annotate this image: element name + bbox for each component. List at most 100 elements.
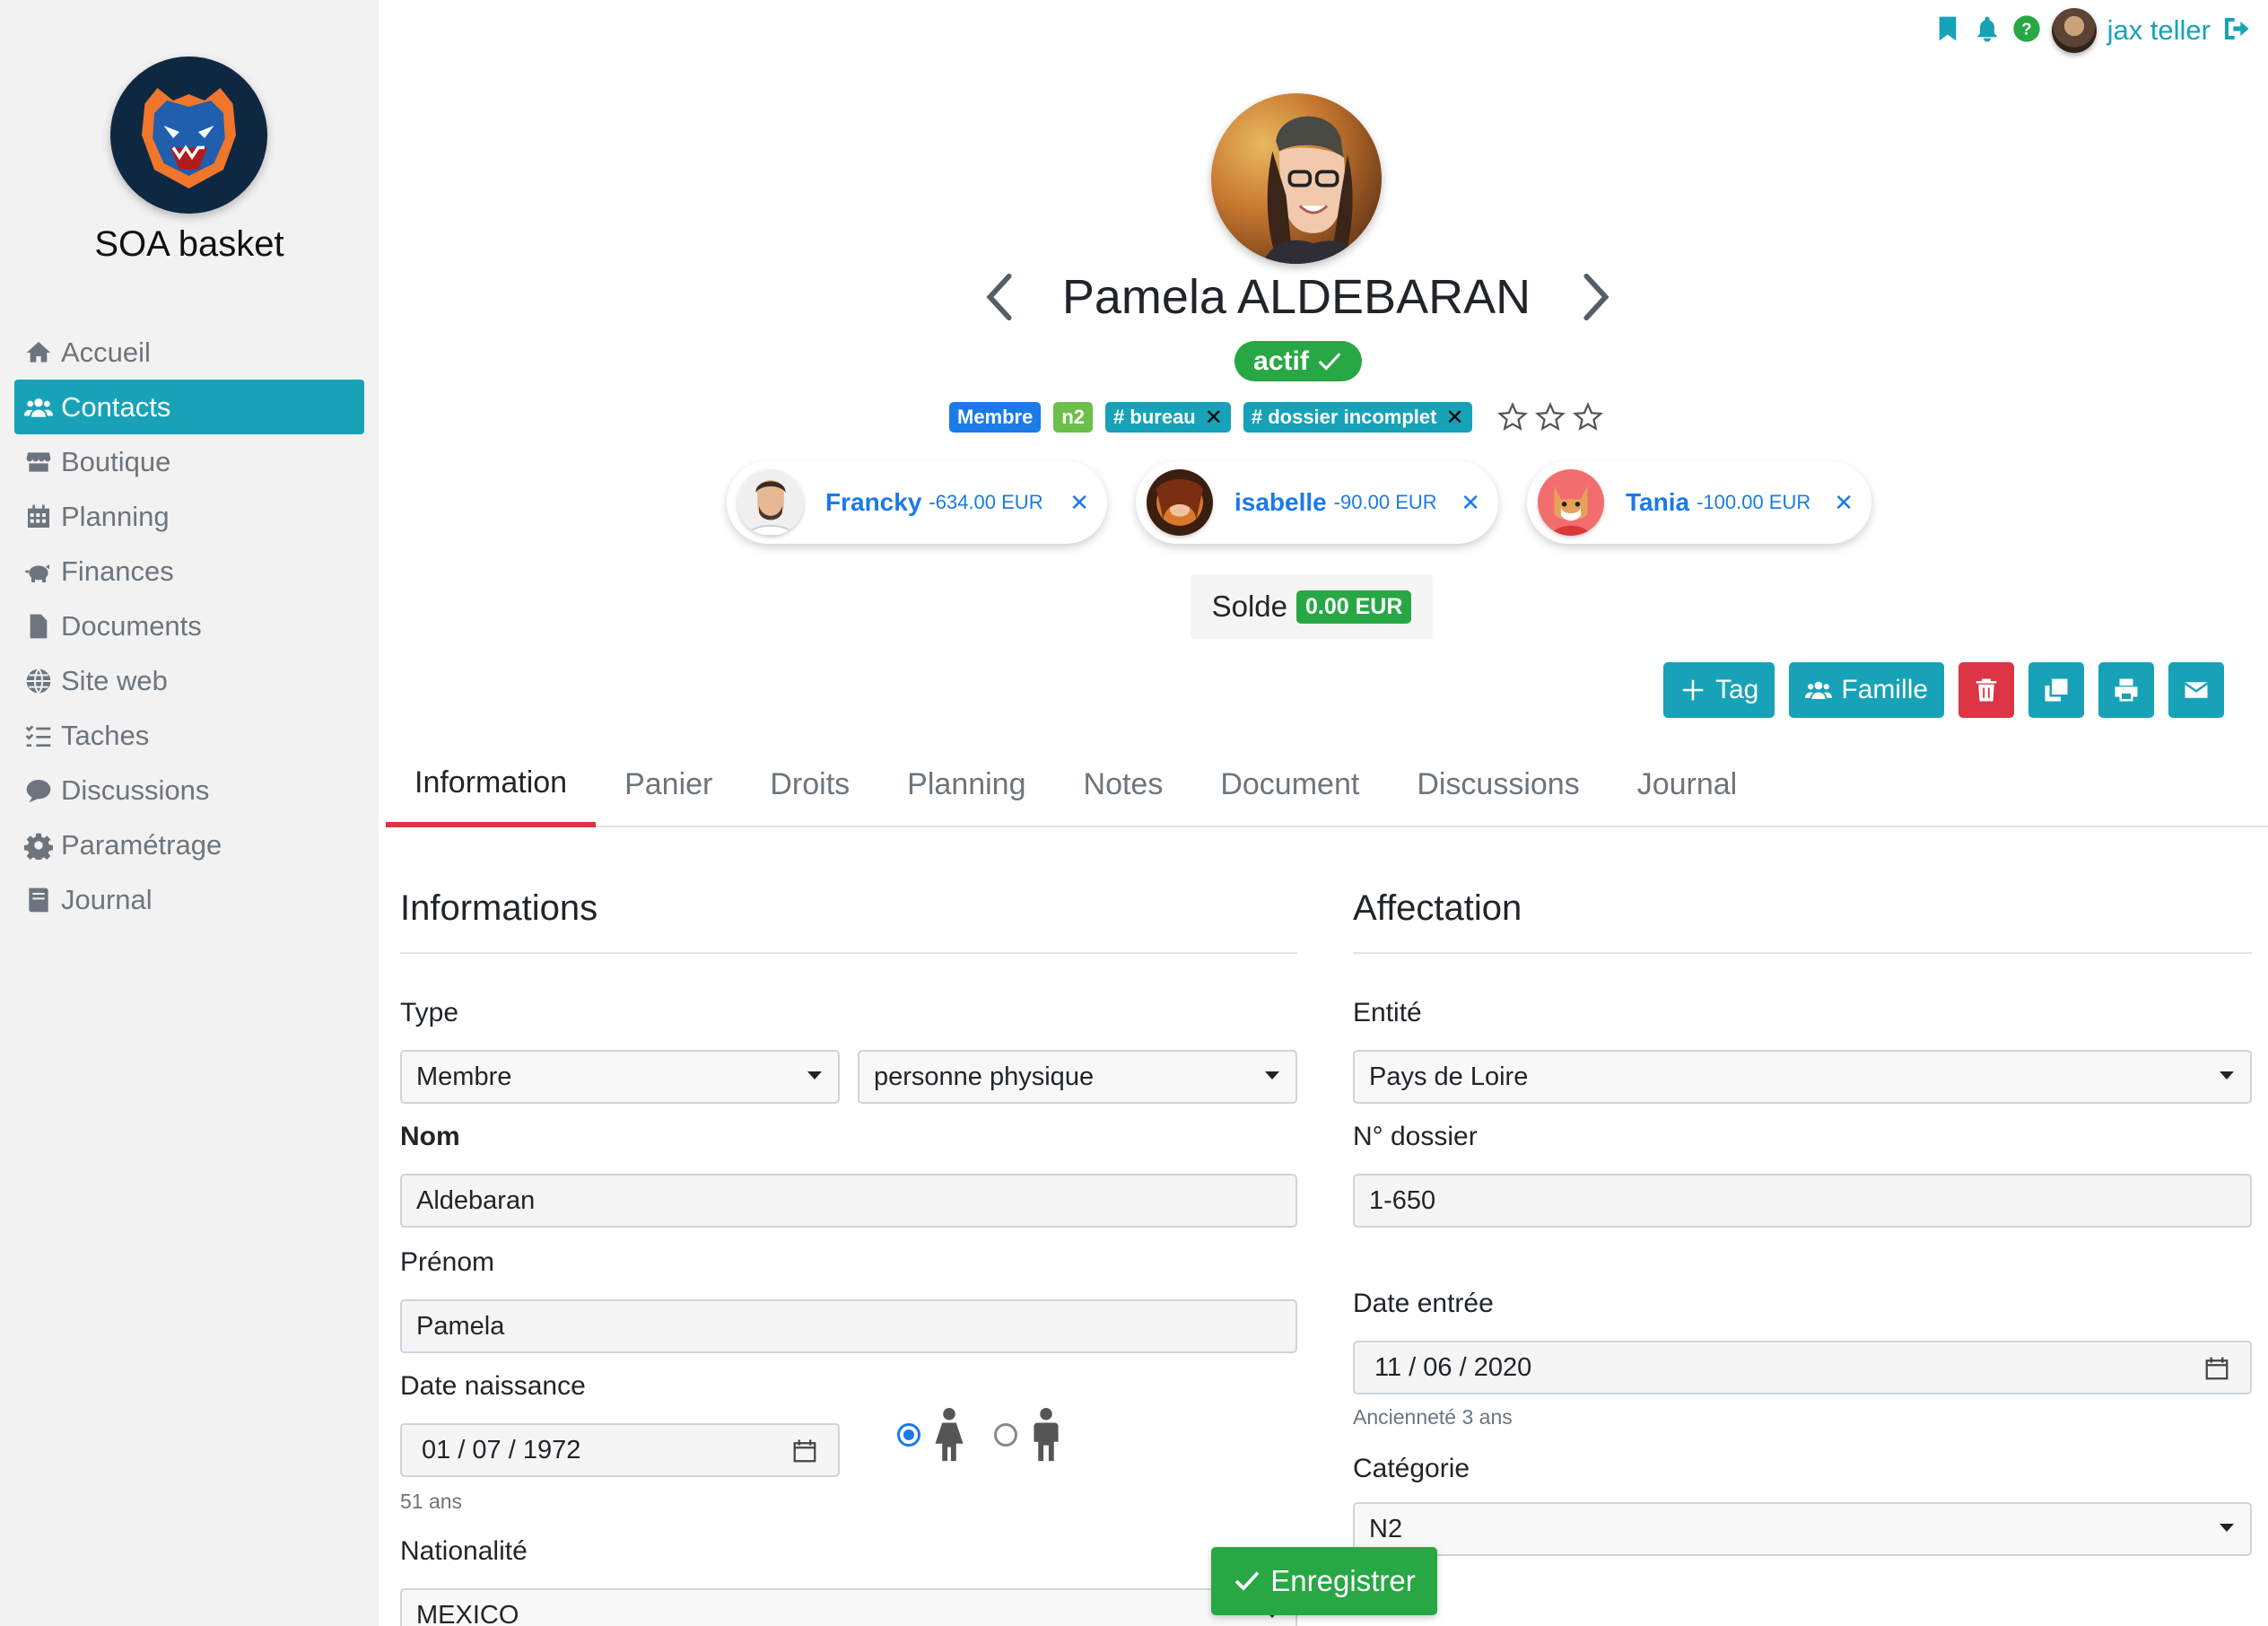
type-select[interactable]: Membre — [400, 1050, 840, 1104]
club-logo[interactable] — [110, 57, 267, 214]
rating-stars — [1496, 402, 1603, 433]
print-button[interactable] — [2098, 662, 2155, 718]
help-icon[interactable]: ? — [2012, 14, 2041, 48]
entite-select[interactable]: Pays de Loire — [1353, 1050, 2252, 1104]
duplicate-button[interactable] — [2028, 662, 2085, 718]
tag-label: Membre — [957, 406, 1034, 428]
star-icon[interactable] — [1496, 402, 1528, 433]
calendar-icon[interactable] — [791, 1438, 818, 1464]
save-label: Enregistrer — [1270, 1564, 1416, 1597]
status-badge[interactable]: actif — [1234, 341, 1362, 381]
family-member-card[interactable]: Francky -634.00 EUR ✕ — [727, 461, 1107, 544]
tab-planning[interactable]: Planning — [878, 743, 1054, 826]
calendar-icon[interactable] — [2203, 1355, 2230, 1382]
tab-journal[interactable]: Journal — [1609, 743, 1766, 826]
entite-value: Pays de Loire — [1369, 1062, 1529, 1091]
save-button[interactable]: Enregistrer — [1211, 1547, 1437, 1615]
users-icon — [1805, 681, 1833, 699]
club-name: SOA basket — [94, 224, 284, 264]
tag-n2[interactable]: n2 — [1053, 402, 1094, 433]
user-name[interactable]: jax teller — [2107, 14, 2211, 47]
nationalite-select[interactable]: MEXICO — [400, 1588, 1297, 1626]
date-entree-value: 11 / 06 / 2020 — [1374, 1352, 1532, 1382]
sidebar-item-journal[interactable]: Journal — [14, 872, 364, 927]
dossier-label: N° dossier — [1353, 1122, 1478, 1151]
delete-button[interactable] — [1958, 662, 2015, 718]
check-icon — [1234, 1571, 1260, 1591]
family-member-balance: -90.00 EUR — [1333, 491, 1437, 513]
subtype-select[interactable]: personne physique — [858, 1050, 1297, 1104]
date-entree-input[interactable]: 11 / 06 / 2020 — [1353, 1341, 2252, 1394]
add-tag-button[interactable]: Tag — [1663, 662, 1775, 718]
action-buttons: Tag Famille — [1663, 662, 2225, 718]
sidebar-item-site-web[interactable]: Site web — [14, 653, 364, 708]
contact-photo[interactable] — [1211, 93, 1382, 264]
piggy-bank-icon — [22, 557, 56, 586]
entite-label: Entité — [1353, 998, 1422, 1027]
family-member-card[interactable]: isabelle -90.00 EUR ✕ — [1136, 461, 1498, 544]
star-icon[interactable] — [1572, 402, 1603, 433]
dob-input[interactable]: 01 / 07 / 1972 — [400, 1423, 840, 1477]
nationalite-label: Nationalité — [400, 1536, 528, 1566]
gender-male-radio[interactable] — [994, 1423, 1017, 1447]
famille-label: Famille — [1841, 675, 1929, 704]
check-icon — [1318, 352, 1341, 371]
sidebar-item-label: Boutique — [61, 445, 171, 477]
categorie-select[interactable]: N2 — [1353, 1502, 2252, 1556]
remove-tag-icon[interactable]: ✕ — [1205, 405, 1223, 431]
avatar — [737, 469, 804, 536]
user-avatar[interactable] — [2051, 8, 2097, 53]
sidebar-item-taches[interactable]: Taches — [14, 708, 364, 763]
famille-button[interactable]: Famille — [1789, 662, 1945, 718]
gender-selector — [897, 1407, 1064, 1463]
tab-discussions[interactable]: Discussions — [1388, 743, 1608, 826]
informations-section: Informations — [400, 888, 1297, 954]
female-icon — [935, 1407, 964, 1462]
tasks-icon — [22, 721, 56, 750]
add-tag-label: Tag — [1715, 675, 1759, 704]
sidebar-item-label: Paramétrage — [61, 828, 222, 861]
anciennete-hint: Ancienneté 3 ans — [1353, 1405, 1513, 1429]
sidebar-item-finances[interactable]: Finances — [14, 544, 364, 599]
caret-down-icon — [807, 1071, 822, 1080]
next-contact-button[interactable] — [1573, 267, 1618, 327]
sidebar-item-boutique[interactable]: Boutique — [14, 434, 364, 489]
status-label: actif — [1253, 345, 1309, 376]
sidebar-item-parametrage[interactable]: Paramétrage — [14, 817, 364, 872]
family-member-card[interactable]: Tania -100.00 EUR ✕ — [1527, 461, 1871, 544]
sidebar-item-discussions[interactable]: Discussions — [14, 763, 364, 817]
date-entree-label: Date entrée — [1353, 1289, 1494, 1318]
star-icon[interactable] — [1534, 402, 1566, 433]
sidebar-item-documents[interactable]: Documents — [14, 599, 364, 653]
tab-droits[interactable]: Droits — [741, 743, 878, 826]
email-button[interactable] — [2168, 662, 2225, 718]
prenom-input[interactable]: Pamela — [400, 1299, 1297, 1353]
balance-box: Solde 0.00 EUR — [1191, 574, 1433, 639]
tab-panier[interactable]: Panier — [596, 743, 741, 826]
remove-family-icon[interactable]: ✕ — [1069, 489, 1089, 517]
remove-family-icon[interactable]: ✕ — [1461, 489, 1480, 517]
logout-icon[interactable] — [2221, 14, 2250, 48]
dossier-input[interactable]: 1-650 — [1353, 1174, 2252, 1228]
tag-membre[interactable]: Membre — [949, 402, 1042, 433]
tab-information[interactable]: Information — [386, 743, 597, 827]
sidebar-item-contacts[interactable]: Contacts — [14, 380, 364, 434]
plus-icon — [1682, 679, 1704, 701]
nationalite-value: MEXICO — [416, 1600, 519, 1626]
remove-family-icon[interactable]: ✕ — [1834, 489, 1854, 517]
tag-dossier-incomplet[interactable]: # dossier incomplet ✕ — [1243, 402, 1472, 433]
tab-document[interactable]: Document — [1191, 743, 1388, 826]
remove-tag-icon[interactable]: ✕ — [1445, 405, 1463, 431]
gender-female-radio[interactable] — [897, 1423, 920, 1447]
sidebar-item-planning[interactable]: Planning — [14, 489, 364, 544]
bookmark-icon[interactable] — [1933, 14, 1962, 48]
bell-icon[interactable] — [1973, 14, 2002, 48]
nom-input[interactable]: Aldebaran — [400, 1174, 1297, 1228]
sidebar-item-label: Contacts — [61, 390, 171, 423]
sidebar-item-accueil[interactable]: Accueil — [14, 325, 364, 380]
tag-label: n2 — [1061, 406, 1086, 428]
caret-down-icon — [2220, 1524, 2234, 1532]
tab-notes[interactable]: Notes — [1055, 743, 1192, 826]
tag-bureau[interactable]: # bureau ✕ — [1105, 402, 1231, 433]
caret-down-icon — [2220, 1071, 2234, 1080]
